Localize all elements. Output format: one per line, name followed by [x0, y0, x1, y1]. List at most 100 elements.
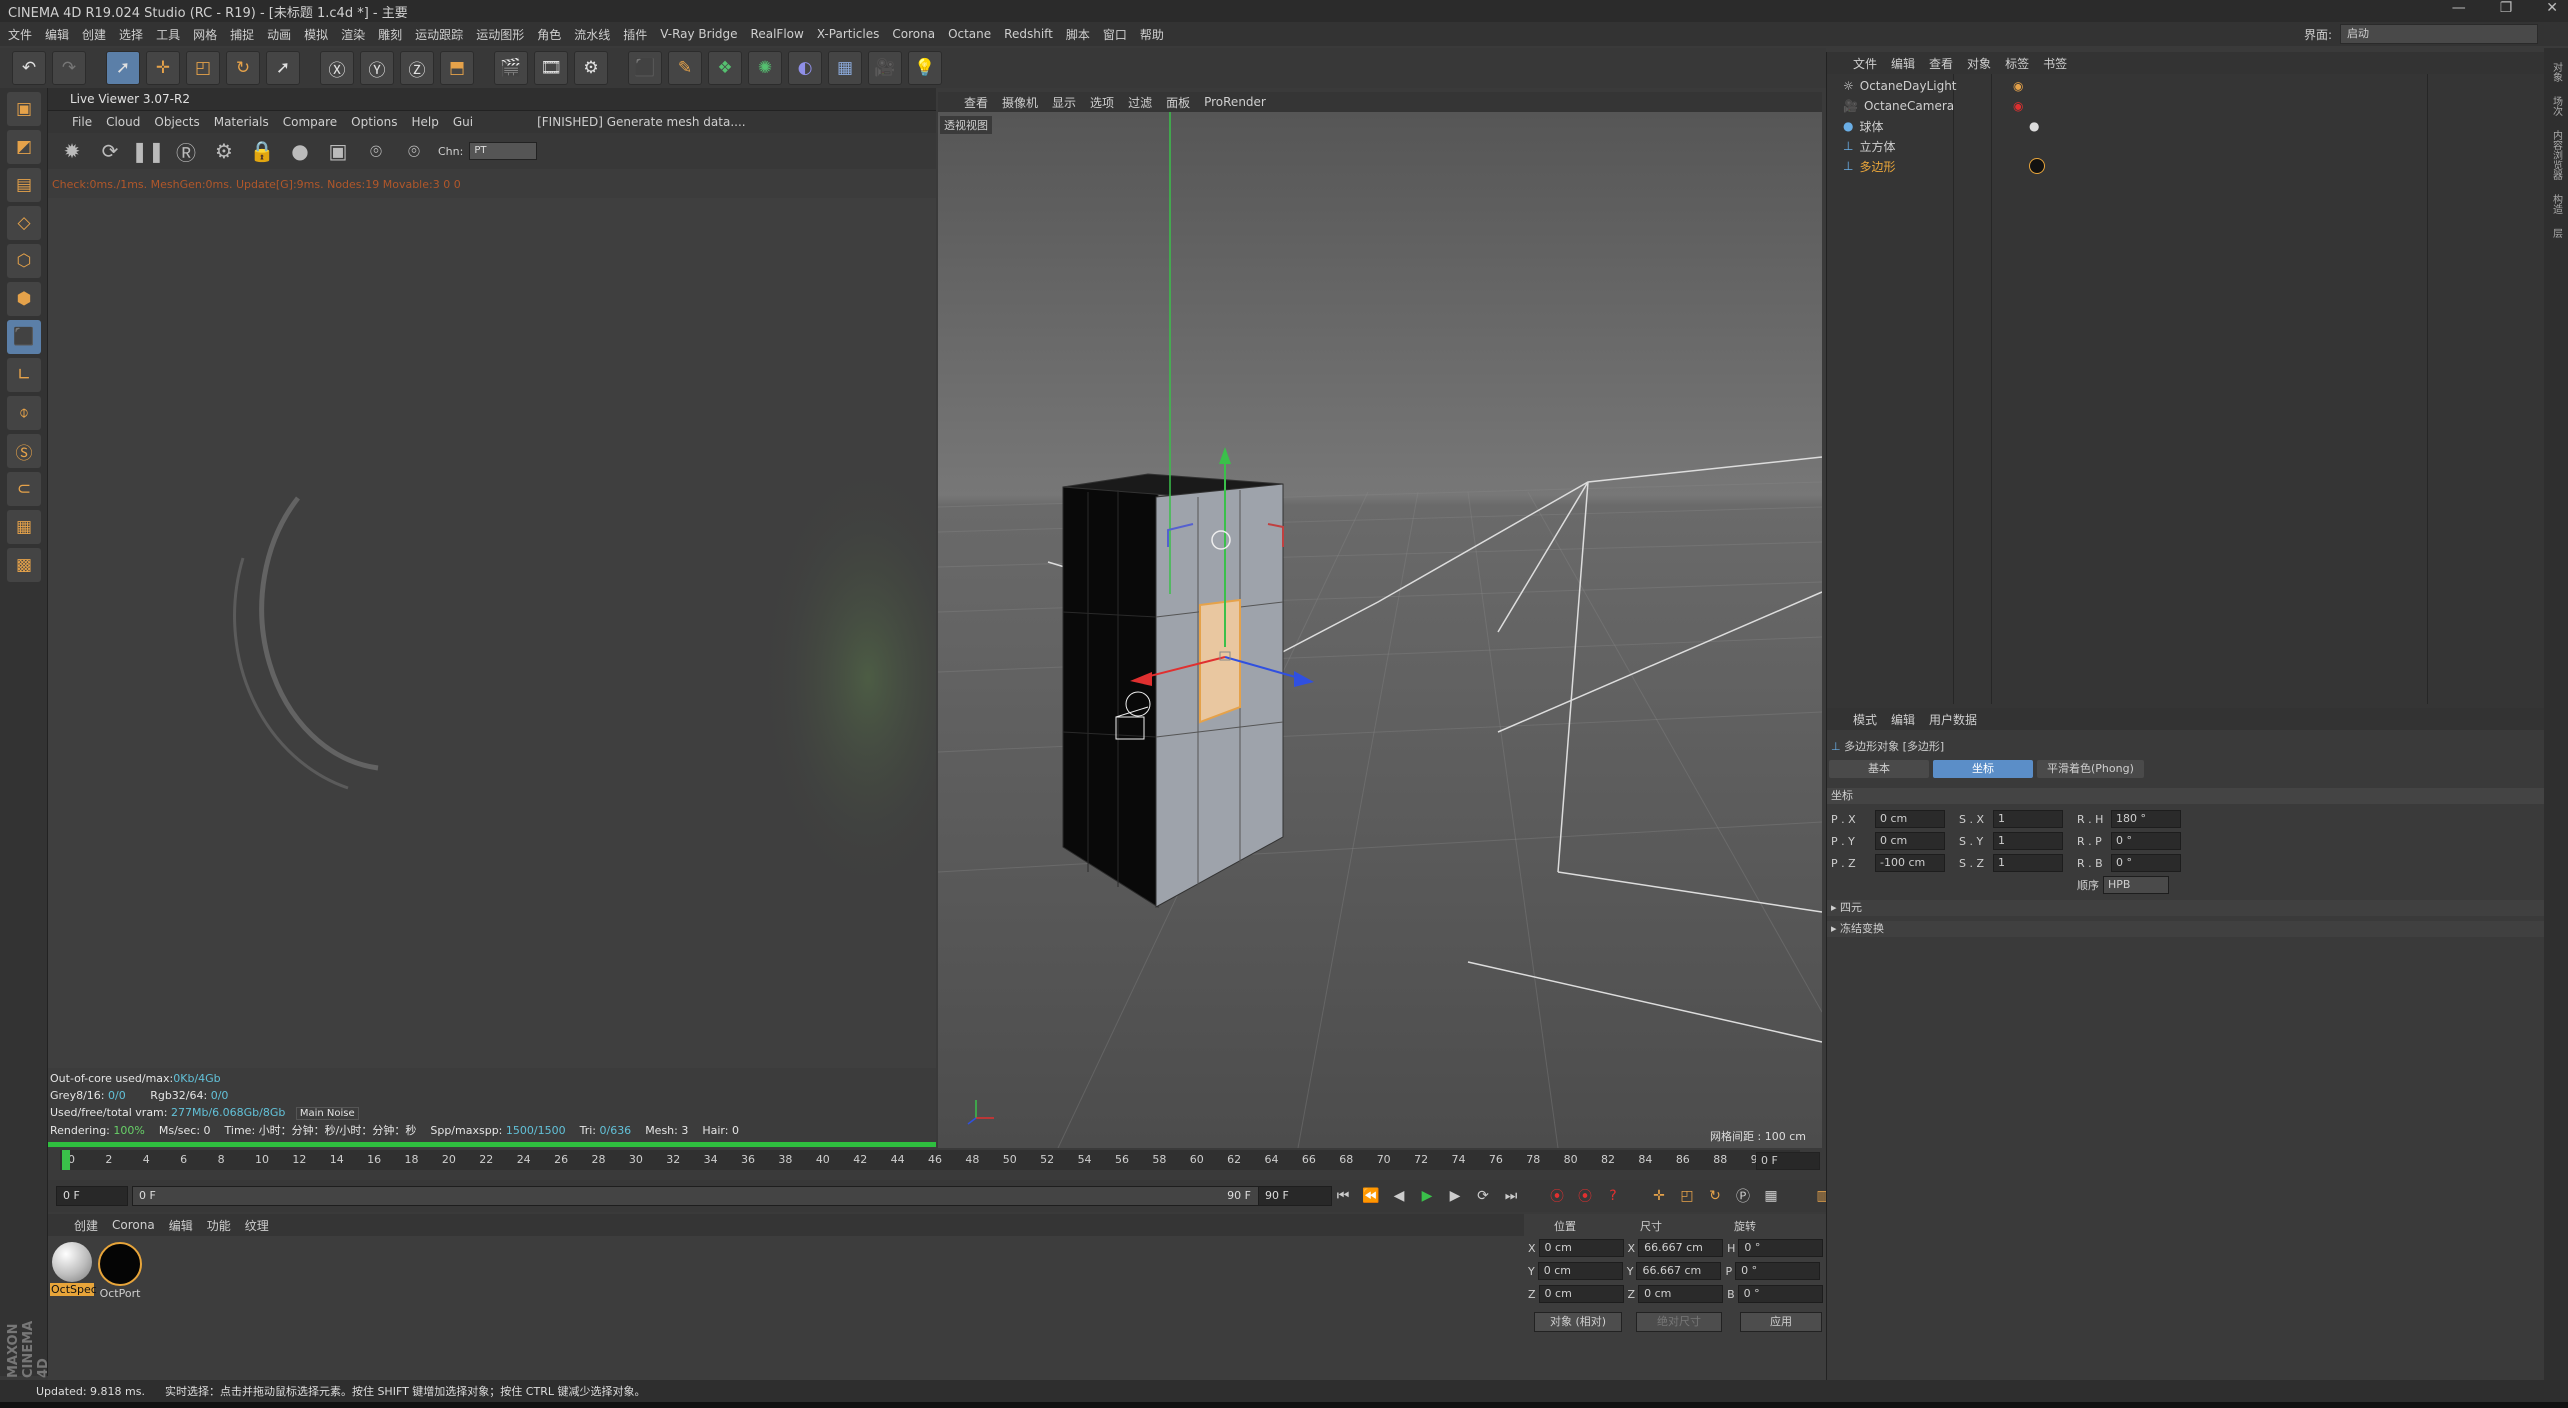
maximize-button[interactable]: ❐ [2500, 0, 2513, 16]
menu-select[interactable]: 选择 [119, 26, 143, 43]
subdivision-icon[interactable]: ❖ [708, 51, 742, 85]
bend-deformer-icon[interactable]: ◐ [788, 51, 822, 85]
sx-field[interactable]: 1 [1993, 810, 2063, 828]
floor-icon[interactable]: ▦ [828, 51, 862, 85]
menu-plugins[interactable]: 插件 [623, 26, 647, 43]
channel-select[interactable]: PT [469, 142, 538, 160]
next-frame-icon[interactable]: ▶ [1444, 1185, 1466, 1207]
z-axis-icon[interactable]: Ⓩ [400, 51, 434, 85]
axis-mode-icon[interactable]: ∟ [7, 358, 41, 392]
pos-z-field[interactable]: 0 cm [1538, 1285, 1624, 1303]
rb-field[interactable]: 0 ° [2111, 854, 2181, 872]
key-position-icon[interactable]: ✛ [1648, 1185, 1670, 1207]
vp-menu-display[interactable]: 显示 [1052, 94, 1076, 111]
scale-icon[interactable]: ◰ [186, 51, 220, 85]
om-menu-objects[interactable]: 对象 [1967, 55, 1991, 72]
menu-vray[interactable]: V-Ray Bridge [660, 27, 737, 41]
render-settings-icon[interactable]: ⚙ [574, 51, 608, 85]
menu-motion-tracker[interactable]: 运动跟踪 [415, 26, 463, 43]
menu-corona[interactable]: Corona [892, 27, 935, 41]
pause-icon[interactable]: ❚❚ [131, 137, 165, 165]
mat-menu-texture[interactable]: 纹理 [245, 1217, 269, 1234]
pz-field[interactable]: -100 cm [1875, 854, 1945, 872]
material-tag-icon[interactable]: ● [2029, 119, 2039, 133]
menu-animate[interactable]: 动画 [267, 26, 291, 43]
close-button[interactable]: ✕ [2546, 0, 2558, 16]
menu-octane[interactable]: Octane [948, 27, 991, 41]
go-to-start-icon[interactable]: ⏮ [1332, 1185, 1354, 1207]
om-menu-bookmarks[interactable]: 书签 [2043, 55, 2067, 72]
edges-mode-icon[interactable]: ⬢ [7, 282, 41, 316]
cube-icon[interactable]: ⬛ [628, 51, 662, 85]
range-slider[interactable]: 0 F 90 F [132, 1186, 1260, 1206]
attr-menu-userdata[interactable]: 用户数据 [1929, 711, 1977, 728]
vp-menu-prorender[interactable]: ProRender [1204, 95, 1266, 109]
attr-menu-edit[interactable]: 编辑 [1891, 711, 1915, 728]
material-ball-icon[interactable]: ● [286, 137, 314, 165]
lv-menu-file[interactable]: File [72, 115, 92, 129]
rot-b-field[interactable]: 0 ° [1737, 1285, 1823, 1303]
om-menu-tags[interactable]: 标签 [2005, 55, 2029, 72]
object-row-cube[interactable]: ⊥ 立方体 [1843, 136, 1895, 156]
object-row-octanedaylight[interactable]: ☼ OctaneDayLight ◉ [1843, 76, 2023, 96]
polygons-mode-icon[interactable]: ⬛ [7, 320, 41, 354]
key-pla-icon[interactable]: ▦ [1760, 1185, 1782, 1207]
octane-tag-icon[interactable]: ◉ [2013, 79, 2023, 93]
vp-menu-panel[interactable]: 面板 [1166, 94, 1190, 111]
om-menu-edit[interactable]: 编辑 [1891, 55, 1915, 72]
menu-help[interactable]: 帮助 [1140, 26, 1164, 43]
send-scene-icon[interactable]: ✹ [58, 137, 86, 165]
menu-render[interactable]: 渲染 [341, 26, 365, 43]
pos-y-field[interactable]: 0 cm [1537, 1262, 1623, 1280]
lv-menu-gui[interactable]: Gui [453, 115, 473, 129]
redo-icon[interactable]: ↷ [52, 51, 86, 85]
px-field[interactable]: 0 cm [1875, 810, 1945, 828]
freeze-transform-section[interactable]: ▸ 冻结变换 [1827, 921, 2547, 937]
vp-menu-filter[interactable]: 过滤 [1128, 94, 1152, 111]
record-keys-icon[interactable]: ⦿ [1546, 1185, 1568, 1207]
tweak-icon[interactable]: ⌽ [7, 396, 41, 430]
mat-menu-corona[interactable]: Corona [112, 1218, 155, 1232]
loop-icon[interactable]: ⟳ [1472, 1185, 1494, 1207]
menu-file[interactable]: 文件 [8, 26, 32, 43]
prev-frame-icon[interactable]: ◀ [1388, 1185, 1410, 1207]
undo-icon[interactable]: ↶ [12, 51, 46, 85]
quaternion-section[interactable]: ▸ 四元 [1827, 900, 2547, 916]
workplane-lock-icon[interactable]: ▦ [7, 510, 41, 544]
coord-mode-dropdown[interactable]: 对象 (相对) [1534, 1312, 1622, 1332]
pos-x-field[interactable]: 0 cm [1538, 1239, 1624, 1257]
playhead[interactable] [62, 1150, 70, 1170]
size-y-field[interactable]: 66.667 cm [1636, 1262, 1722, 1280]
key-scale-icon[interactable]: ◰ [1676, 1185, 1698, 1207]
prev-key-icon[interactable]: ⏪ [1360, 1185, 1382, 1207]
tab-content-browser[interactable]: 内容浏览器 [2549, 130, 2564, 180]
menu-redshift[interactable]: Redshift [1004, 27, 1053, 41]
size-mode-dropdown[interactable]: 绝对尺寸 [1636, 1312, 1722, 1332]
tab-objects[interactable]: 对象 [2549, 62, 2564, 82]
vp-menu-cameras[interactable]: 摄像机 [1002, 94, 1038, 111]
coordinate-system-icon[interactable]: ⬒ [440, 51, 474, 85]
model-mode-icon[interactable]: ◩ [7, 130, 41, 164]
sz-field[interactable]: 1 [1993, 854, 2063, 872]
tab-structure[interactable]: 构造 [2549, 194, 2564, 214]
mat-menu-create[interactable]: 创建 [74, 1217, 98, 1234]
key-rotation-icon[interactable]: ↻ [1704, 1185, 1726, 1207]
move-icon[interactable]: ✛ [146, 51, 180, 85]
material-octspec[interactable]: OctSpec [50, 1242, 97, 1296]
go-to-end-icon[interactable]: ⏭ [1500, 1185, 1522, 1207]
rh-field[interactable]: 180 ° [2111, 810, 2181, 828]
last-tool-icon[interactable]: ➚ [266, 51, 300, 85]
current-frame-field[interactable]: 0 F [1756, 1152, 1820, 1170]
apply-button[interactable]: 应用 [1740, 1312, 1822, 1332]
y-axis-icon[interactable]: Ⓨ [360, 51, 394, 85]
lv-menu-materials[interactable]: Materials [214, 115, 269, 129]
magnet-icon[interactable]: ⊂ [7, 472, 41, 506]
auto-keying-icon[interactable]: ⦿ [1574, 1185, 1596, 1207]
main-noise-tag[interactable]: Main Noise [295, 1107, 359, 1120]
minimize-button[interactable]: — [2452, 0, 2466, 16]
menu-edit[interactable]: 编辑 [45, 26, 69, 43]
rot-h-field[interactable]: 0 ° [1738, 1239, 1824, 1257]
menu-window[interactable]: 窗口 [1103, 26, 1127, 43]
viewport-scene[interactable] [938, 112, 1822, 1148]
render-view-icon[interactable]: 🎬 [494, 51, 528, 85]
